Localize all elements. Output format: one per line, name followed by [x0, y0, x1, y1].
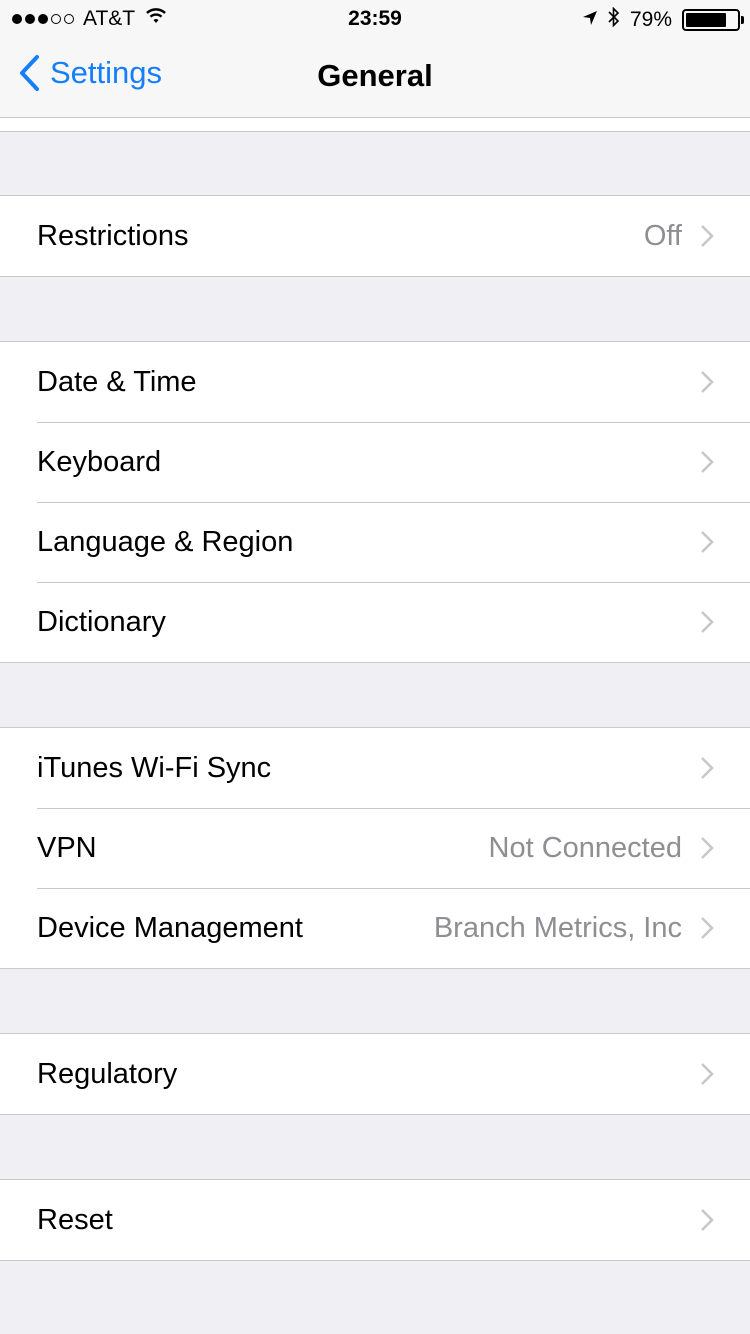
row-label: Restrictions: [37, 219, 189, 252]
settings-group: Date & Time Keyboard Language & Region D…: [0, 341, 750, 663]
row-language-region[interactable]: Language & Region: [0, 502, 750, 582]
chevron-right-icon: [701, 531, 714, 553]
settings-list: Restrictions Off Date & Time Keyboard La…: [0, 118, 750, 1261]
section-spacer: [0, 118, 750, 132]
row-label: VPN: [37, 831, 97, 864]
chevron-right-icon: [701, 451, 714, 473]
page-title: General: [317, 58, 433, 93]
row-label: Reset: [37, 1203, 113, 1236]
settings-group: iTunes Wi-Fi Sync VPN Not Connected Devi…: [0, 727, 750, 969]
row-label: iTunes Wi-Fi Sync: [37, 751, 272, 784]
row-label: Dictionary: [37, 605, 166, 638]
settings-group: Restrictions Off: [0, 195, 750, 277]
row-itunes-wifi-sync[interactable]: iTunes Wi-Fi Sync: [0, 728, 750, 808]
chevron-right-icon: [701, 1063, 714, 1085]
row-label: Language & Region: [37, 525, 294, 558]
row-label: Date & Time: [37, 365, 197, 398]
row-regulatory[interactable]: Regulatory: [0, 1034, 750, 1114]
battery-tip: [741, 16, 744, 24]
battery-percent: 79%: [629, 8, 672, 31]
chevron-right-icon: [701, 917, 714, 939]
row-label: Device Management: [37, 911, 303, 944]
row-dictionary[interactable]: Dictionary: [0, 582, 750, 662]
row-value: Branch Metrics, Inc: [433, 911, 682, 944]
row-label: Keyboard: [37, 445, 162, 478]
chevron-right-icon: [701, 371, 714, 393]
row-vpn[interactable]: VPN Not Connected: [0, 808, 750, 888]
battery-fill: [686, 13, 726, 27]
settings-group: Regulatory: [0, 1033, 750, 1115]
chevron-right-icon: [701, 611, 714, 633]
status-right: 79%: [572, 6, 744, 33]
status-bar: AT&T 23:59 79%: [0, 0, 750, 40]
navigation-bar: Settings General: [0, 40, 750, 118]
row-label: Regulatory: [37, 1057, 178, 1090]
chevron-right-icon: [701, 225, 714, 247]
row-value: Off: [643, 219, 682, 252]
row-value: Not Connected: [488, 831, 682, 864]
bluetooth-icon: [608, 6, 620, 33]
battery-icon: [682, 9, 744, 31]
chevron-right-icon: [701, 1209, 714, 1231]
row-restrictions[interactable]: Restrictions Off: [0, 196, 750, 276]
location-arrow-icon: [582, 8, 598, 32]
chevron-right-icon: [701, 837, 714, 859]
row-device-management[interactable]: Device Management Branch Metrics, Inc: [0, 888, 750, 968]
chevron-right-icon: [701, 757, 714, 779]
row-date-time[interactable]: Date & Time: [0, 342, 750, 422]
settings-group: Reset: [0, 1179, 750, 1261]
row-reset[interactable]: Reset: [0, 1180, 750, 1260]
row-keyboard[interactable]: Keyboard: [0, 422, 750, 502]
